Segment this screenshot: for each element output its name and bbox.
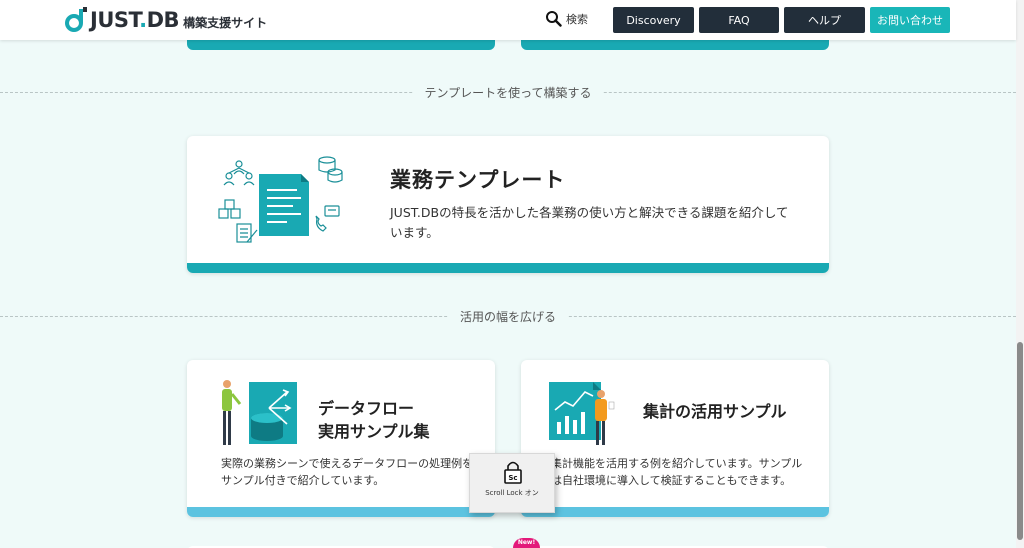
dataflow-sample-card[interactable]: データフロー 実用サンプル集 実際の業務シーンで使えるデータフローの処理例をサン… (187, 360, 495, 517)
scroll-lock-icon-text: Sc (508, 474, 517, 482)
aggregate-sample-card[interactable]: 集計の活用サンプル 集計機能を活用する例を紹介しています。サンプルは自社環境に導… (521, 360, 829, 517)
search-button[interactable]: 検索 (545, 10, 588, 27)
nav-discovery-button[interactable]: Discovery (613, 7, 694, 33)
page-scrollbar-thumb[interactable] (1017, 342, 1023, 540)
card-accent-band (521, 507, 829, 517)
search-icon (546, 11, 562, 27)
card-accent-band (187, 263, 829, 273)
scroll-lock-icon: Sc (504, 461, 522, 484)
aggregate-card-description: 集計機能を活用する例を紹介しています。サンプルは自社環境に導入して検証することも… (551, 457, 803, 487)
nav-help-button[interactable]: ヘルプ (784, 7, 865, 33)
section-heading-usage: 活用の幅を広げる (447, 308, 569, 325)
logo-mark-icon (65, 7, 87, 32)
scroll-lock-label: Scroll Lock オン (485, 489, 539, 497)
business-template-card[interactable]: 業務テンプレート JUST.DBの特長を活かした各業務の使い方と解決できる課題を… (187, 136, 829, 273)
dataflow-card-title: データフロー 実用サンプル集 (318, 399, 430, 441)
business-template-description: JUST.DBの特長を活かした各業務の使い方と解決できる課題を紹介しています。 (390, 205, 789, 240)
card-accent-band (187, 507, 495, 517)
section-heading-template: テンプレートを使って構築する (412, 84, 604, 101)
scroll-lock-notification: Sc Scroll Lock オン (469, 453, 555, 513)
nav-contact-button[interactable]: お問い合わせ (870, 7, 950, 33)
new-badge: New! (513, 538, 540, 548)
site-logo[interactable]: JUST.DB 構築支援サイト (64, 6, 267, 34)
nav-faq-button[interactable]: FAQ (699, 7, 779, 33)
dataflow-card-description: 実際の業務シーンで使えるデータフローの処理例をサンプル付きで紹介しています。 (221, 457, 474, 487)
business-template-title: 業務テンプレート (390, 168, 566, 192)
site-header: JUST.DB 構築支援サイト 検索 Discovery FAQ ヘルプ お問い… (0, 0, 1016, 40)
logo-subtitle: 構築支援サイト (183, 15, 268, 30)
dataflow-illustration-icon (222, 380, 297, 445)
search-label: 検索 (566, 12, 588, 26)
logo-text: JUST.DB (90, 8, 180, 32)
aggregate-card-title: 集計の活用サンプル (643, 402, 787, 421)
business-template-illustration-icon (218, 156, 343, 243)
aggregate-illustration-icon (549, 382, 615, 445)
